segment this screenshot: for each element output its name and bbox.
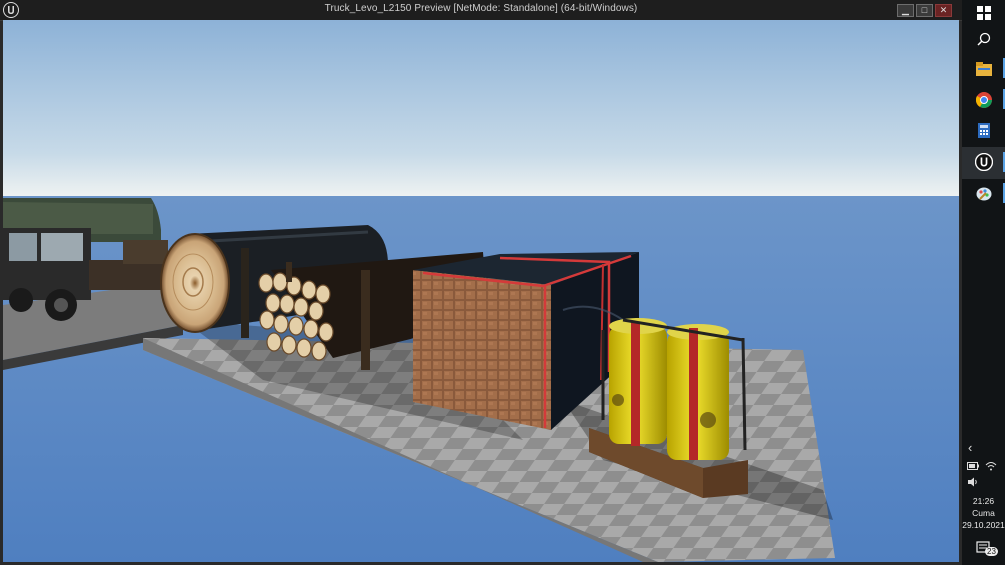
clock-time[interactable]: 21:26: [962, 496, 1005, 506]
scene-render: [3, 20, 959, 562]
chevron-left-icon[interactable]: ‹: [968, 440, 972, 455]
file-explorer-icon[interactable]: [970, 58, 997, 80]
game-window: Truck_Levo_L2150 Preview [NetMode: Stand…: [0, 0, 962, 565]
wifi-icon[interactable]: [984, 455, 998, 477]
search-icon[interactable]: [970, 28, 997, 50]
volume-icon[interactable]: [966, 471, 980, 493]
title-bar[interactable]: Truck_Levo_L2150 Preview [NetMode: Stand…: [0, 0, 962, 21]
notification-count-badge: 23: [985, 547, 998, 556]
minimize-button[interactable]: ▁: [897, 4, 914, 17]
calculator-icon[interactable]: [970, 119, 997, 141]
close-button[interactable]: ✕: [935, 4, 952, 17]
window-controls: ▁ □ ✕: [897, 4, 952, 17]
yellow-barrels: [601, 318, 747, 460]
window-title: Truck_Levo_L2150 Preview [NetMode: Stand…: [324, 3, 638, 14]
maximize-button[interactable]: □: [916, 4, 933, 17]
sky: [3, 20, 959, 198]
paint-icon[interactable]: [970, 183, 997, 205]
taskbar: ‹ 21:26 Cuma 29.10.2021 23: [962, 0, 1005, 565]
unreal-engine-icon[interactable]: [970, 151, 997, 173]
game-viewport[interactable]: [3, 20, 959, 562]
chrome-icon[interactable]: [970, 89, 997, 111]
windows-start-icon[interactable]: [970, 2, 997, 24]
clock-day[interactable]: Cuma: [962, 508, 1005, 518]
clock-date[interactable]: 29.10.2021: [962, 520, 1005, 530]
